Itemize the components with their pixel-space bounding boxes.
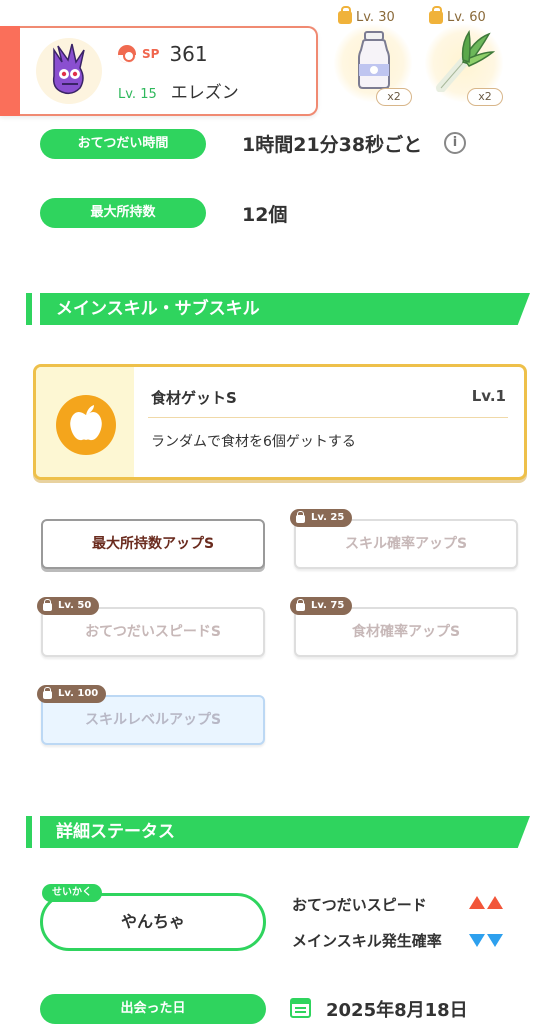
unlock-level-tag: Lv. 25 <box>290 509 353 527</box>
max-carry-value: 12個 <box>242 204 288 226</box>
pokemon-name: エレズン <box>170 83 239 103</box>
unlock-level-text: Lv. 30 <box>356 10 395 25</box>
up-triangle-icon <box>487 896 503 909</box>
down-indicator <box>469 934 503 947</box>
unlock-level: Lv. 60 <box>429 6 486 25</box>
toxel-avatar-icon <box>52 43 85 95</box>
met-date-label: 出会った日 <box>40 994 266 1024</box>
ingredient-count: x2 <box>376 88 412 106</box>
unlock-level-tag: Lv. 75 <box>290 597 353 615</box>
lock-icon <box>338 6 352 24</box>
up-triangle-icon <box>469 896 485 909</box>
lock-icon <box>429 6 443 24</box>
pokemon-header-card: SP 361 Lv. 15 エレズン <box>0 26 318 116</box>
unlock-level-text: Lv. 75 <box>311 600 345 611</box>
main-skill-level: Lv.1 <box>471 387 506 405</box>
milk-bottle-icon <box>358 31 390 89</box>
met-date-value: 2025年8月18日 <box>326 1000 468 1021</box>
unlock-level-tag: Lv. 100 <box>37 685 107 703</box>
section-title: メインスキル・サブスキル <box>56 299 260 319</box>
skill-icon-circle <box>56 395 116 455</box>
up-indicator <box>469 896 503 909</box>
level-name-row: Lv. 15 エレズン <box>118 78 239 103</box>
leek-icon <box>436 30 496 92</box>
sp-value: 361 <box>169 42 208 66</box>
main-skill-icon-area <box>36 367 134 477</box>
help-time-value: 1時間21分38秒ごと <box>242 134 423 156</box>
section-bar <box>26 816 32 848</box>
lock-icon <box>296 511 305 523</box>
main-skill-card[interactable]: 食材ゲットS Lv.1 ランダムで食材を6個ゲットする <box>33 364 527 480</box>
main-skill-name: 食材ゲットS <box>151 389 237 407</box>
lock-icon <box>43 599 52 611</box>
nature-tag: せいかく <box>42 884 102 902</box>
skills-section-header: メインスキル・サブスキル <box>26 293 536 325</box>
unlock-level-text: Lv. 50 <box>58 600 92 611</box>
pokemon-level: Lv. 15 <box>118 87 157 102</box>
lock-icon <box>43 687 52 699</box>
pokeball-icon <box>118 45 136 63</box>
details-section-header: 詳細ステータス <box>26 816 536 848</box>
sp-label: SP <box>142 47 160 61</box>
unlock-level-text: Lv. 100 <box>58 688 99 699</box>
down-triangle-icon <box>469 934 485 947</box>
max-carry-label: 最大所持数 <box>40 198 206 228</box>
unlock-level-tag: Lv. 50 <box>37 597 100 615</box>
sp-row: SP 361 <box>118 42 208 66</box>
header-accent <box>0 26 20 116</box>
section-bar <box>26 293 32 325</box>
unlock-level-text: Lv. 25 <box>311 512 345 523</box>
avatar <box>36 38 102 104</box>
calendar-icon <box>290 998 311 1018</box>
main-skill-description: ランダムで食材を6個ゲットする <box>151 434 356 450</box>
apple-icon <box>70 405 102 441</box>
help-time-label: おてつだい時間 <box>40 129 206 159</box>
divider <box>148 417 508 418</box>
unlock-level: Lv. 30 <box>338 6 395 25</box>
nature-up-stat: おてつだいスピード <box>292 896 427 914</box>
section-title: 詳細ステータス <box>56 822 175 842</box>
lock-icon <box>296 599 305 611</box>
down-triangle-icon <box>487 934 503 947</box>
sub-skill-button-1[interactable]: 最大所持数アップS <box>41 519 265 569</box>
info-icon[interactable]: i <box>444 132 466 154</box>
nature-down-stat: メインスキル発生確率 <box>292 932 442 950</box>
unlock-level-text: Lv. 60 <box>447 10 486 25</box>
ingredient-count: x2 <box>467 88 503 106</box>
